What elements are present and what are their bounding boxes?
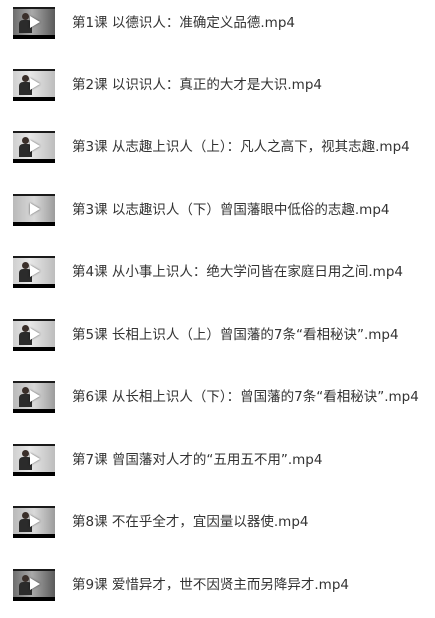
play-icon bbox=[30, 453, 40, 465]
video-thumbnail-icon bbox=[13, 506, 55, 538]
video-thumbnail-icon bbox=[13, 69, 55, 101]
file-item[interactable]: 第7课 曾国藩对人才的“五用五不用”.mp4 bbox=[0, 440, 435, 480]
play-icon bbox=[30, 578, 40, 590]
file-item[interactable]: 第8课 不在乎全才，宜因量以器使.mp4 bbox=[0, 502, 435, 542]
play-icon bbox=[30, 203, 40, 215]
file-item[interactable]: 第6课 从长相上识人（下）：曾国藩的7条“看相秘诀”.mp4 bbox=[0, 377, 435, 417]
file-item[interactable]: 第4课 从小事上识人：绝大学问皆在家庭日用之间.mp4 bbox=[0, 252, 435, 292]
play-icon bbox=[30, 390, 40, 402]
file-name: 第5课 长相上识人（上）曾国藩的7条“看相秘诀”.mp4 bbox=[72, 327, 399, 343]
file-item[interactable]: 第3课 从志趣上识人（上）：凡人之高下，视其志趣.mp4 bbox=[0, 127, 435, 167]
file-name: 第3课 从志趣上识人（上）：凡人之高下，视其志趣.mp4 bbox=[72, 139, 410, 155]
video-thumbnail-icon bbox=[13, 381, 55, 413]
file-name: 第7课 曾国藩对人才的“五用五不用”.mp4 bbox=[72, 452, 323, 468]
file-item[interactable]: 第1课 以德识人：准确定义品德.mp4 bbox=[0, 3, 435, 43]
video-thumbnail-icon bbox=[13, 256, 55, 288]
file-item[interactable]: 第3课 以志趣识人（下）曾国藩眼中低俗的志趣.mp4 bbox=[0, 190, 435, 230]
play-icon bbox=[30, 140, 40, 152]
video-thumbnail-icon bbox=[13, 7, 55, 39]
play-icon bbox=[30, 78, 40, 90]
video-thumbnail-icon bbox=[13, 194, 55, 226]
file-name: 第6课 从长相上识人（下）：曾国藩的7条“看相秘诀”.mp4 bbox=[72, 389, 419, 405]
file-name: 第4课 从小事上识人：绝大学问皆在家庭日用之间.mp4 bbox=[72, 264, 403, 280]
file-name: 第1课 以德识人：准确定义品德.mp4 bbox=[72, 15, 295, 31]
play-icon bbox=[30, 328, 40, 340]
video-thumbnail-icon bbox=[13, 569, 55, 601]
file-item[interactable]: 第5课 长相上识人（上）曾国藩的7条“看相秘诀”.mp4 bbox=[0, 315, 435, 355]
play-icon bbox=[30, 16, 40, 28]
play-icon bbox=[30, 265, 40, 277]
video-thumbnail-icon bbox=[13, 444, 55, 476]
video-thumbnail-icon bbox=[13, 319, 55, 351]
file-name: 第3课 以志趣识人（下）曾国藩眼中低俗的志趣.mp4 bbox=[72, 202, 390, 218]
video-thumbnail-icon bbox=[13, 131, 55, 163]
file-name: 第9课 爱惜异才，世不因贤主而另降异才.mp4 bbox=[72, 577, 349, 593]
play-icon bbox=[30, 515, 40, 527]
file-item[interactable]: 第2课 以识识人：真正的大才是大识.mp4 bbox=[0, 65, 435, 105]
file-list: 第1课 以德识人：准确定义品德.mp4 第2课 以识识人：真正的大才是大识.mp… bbox=[0, 0, 435, 618]
file-item[interactable]: 第9课 爱惜异才，世不因贤主而另降异才.mp4 bbox=[0, 565, 435, 605]
file-name: 第8课 不在乎全才，宜因量以器使.mp4 bbox=[72, 514, 309, 530]
file-name: 第2课 以识识人：真正的大才是大识.mp4 bbox=[72, 77, 322, 93]
